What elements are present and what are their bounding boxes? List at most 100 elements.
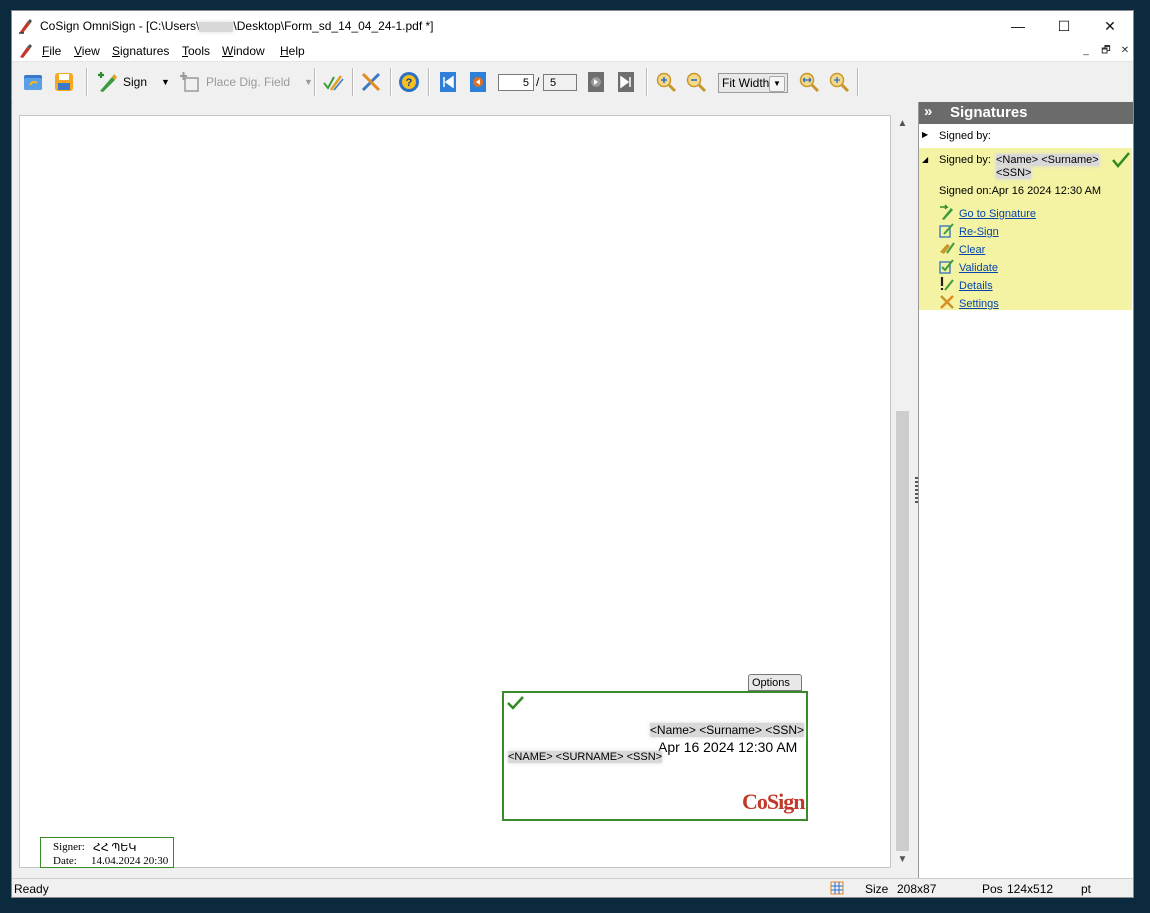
help-button[interactable]: ? <box>398 70 420 94</box>
signature-caps-line: <NAME> <SURNAME> <SSN> <box>508 751 663 763</box>
signatures-panel: » Signatures ▶ Signed by: ◢ Signed by: <… <box>918 102 1133 878</box>
mdi-minimize-button[interactable]: _ <box>1078 44 1094 58</box>
valid-check-icon <box>507 696 524 710</box>
zoom-select[interactable]: Fit Width ▼ <box>718 73 788 93</box>
collapse-panel-icon[interactable]: » <box>924 103 932 120</box>
status-pos-value: 124x512 <box>1007 882 1054 896</box>
zoom-in-button[interactable] <box>655 70 677 94</box>
expand-arrow-icon[interactable]: ▶ <box>922 130 928 139</box>
validate-link[interactable]: Validate <box>959 262 998 274</box>
validate-icon <box>939 258 955 274</box>
fit-page-icon <box>829 72 850 93</box>
signed-on-text: Signed on:Apr 16 2024 12:30 AM <box>939 185 1102 197</box>
signed-by-name: <Name> <Surname> <box>996 154 1099 166</box>
cosign-logo-sign: Sign <box>766 789 806 814</box>
last-page-button[interactable] <box>615 70 637 94</box>
first-page-icon <box>440 72 456 92</box>
toolbar-separator <box>646 68 648 96</box>
zoom-in-icon <box>656 72 677 93</box>
page-separator: / <box>536 75 540 89</box>
stamp-date-label: Date: <box>53 855 77 867</box>
scroll-down-icon[interactable]: ▼ <box>894 851 911 868</box>
valid-check-icon <box>1112 152 1130 168</box>
open-folder-icon <box>24 75 42 90</box>
maximize-button[interactable]: ☐ <box>1041 11 1087 41</box>
document-view[interactable]: Signer: ՀՀ ՊԵԿ Date: 14.04.2024 20:30 ▲ … <box>13 102 915 878</box>
status-pos-label: Pos <box>982 882 1003 896</box>
chevron-down-icon[interactable]: ▼ <box>769 76 785 92</box>
place-field-icon <box>180 72 199 92</box>
signature-options-button[interactable]: Options ▼ <box>748 674 802 704</box>
page-number-input[interactable]: 5 <box>498 74 534 91</box>
go-to-signature-link[interactable]: Go to Signature <box>959 208 1036 220</box>
place-dig-field-button[interactable]: Place Dig. Field ▼ <box>178 70 313 94</box>
first-page-button[interactable] <box>437 70 459 94</box>
details-link[interactable]: Details <box>959 280 993 292</box>
settings-tools-button[interactable] <box>360 70 382 94</box>
next-page-button[interactable] <box>585 70 607 94</box>
menu-help[interactable]: Help <box>280 44 305 58</box>
existing-signature-stamp[interactable]: Signer: ՀՀ ՊԵԿ Date: 14.04.2024 20:30 <box>40 837 174 868</box>
place-field-dropdown-arrow-icon[interactable]: ▼ <box>304 77 313 87</box>
signature-name-line: <Name> <Surname> <SSN> <box>649 723 804 737</box>
re-sign-link[interactable]: Re-Sign <box>959 226 999 238</box>
toolbar-separator <box>390 68 392 96</box>
signature-field[interactable]: <Name> <Surname> <SSN> Apr 16 2024 12:30… <box>502 691 808 821</box>
zoom-out-icon <box>686 72 707 93</box>
grid-icon <box>830 881 844 895</box>
save-button[interactable] <box>53 70 75 94</box>
signature-date-line: Apr 16 2024 12:30 AM <box>658 739 798 755</box>
next-page-icon <box>588 72 604 92</box>
sign-label: Sign <box>123 75 148 89</box>
open-button[interactable] <box>22 70 44 94</box>
prev-page-button[interactable] <box>467 70 489 94</box>
menu-bar: File View Signatures Tools Window Help _… <box>12 41 1133 61</box>
validate-all-button[interactable] <box>322 70 344 94</box>
sign-button[interactable]: Sign ▼ <box>96 70 170 94</box>
menu-tools[interactable]: Tools <box>182 44 210 58</box>
scroll-thumb[interactable] <box>896 411 909 851</box>
close-button[interactable]: ✕ <box>1087 11 1133 41</box>
help-icon: ? <box>399 72 419 92</box>
fit-width-button[interactable] <box>798 70 820 94</box>
menu-view[interactable]: View <box>74 44 100 58</box>
re-sign-icon <box>939 222 955 238</box>
stamp-date-value: 14.04.2024 20:30 <box>91 855 169 867</box>
signed-by-empty[interactable]: Signed by: <box>939 130 991 142</box>
status-size-value: 208x87 <box>897 882 937 896</box>
signed-by-ssn: <SSN> <box>996 167 1032 179</box>
status-bar: Ready Size 208x87 Pos 124x512 pt <box>12 878 1133 897</box>
fit-page-button[interactable] <box>828 70 850 94</box>
mdi-close-button[interactable]: ✕ <box>1117 44 1133 58</box>
cosign-logo-co: Co <box>742 789 768 814</box>
mdi-restore-button[interactable]: 🗗 <box>1098 44 1114 58</box>
title-bar[interactable]: CoSign OmniSign - [C:\Users\ \Desktop\For… <box>12 11 1133 41</box>
settings-icon <box>939 294 955 310</box>
toolbar-separator <box>428 68 430 96</box>
zoom-out-button[interactable] <box>685 70 707 94</box>
vertical-scrollbar[interactable]: ▲ ▼ <box>894 115 911 868</box>
document-icon[interactable] <box>18 43 34 59</box>
signatures-panel-header: » Signatures <box>919 102 1133 124</box>
stamp-signer-label: Signer: <box>53 841 85 853</box>
app-window: CoSign OmniSign - [C:\Users\ \Desktop\For… <box>11 10 1134 898</box>
settings-link[interactable]: Settings <box>959 298 999 310</box>
toolbar-separator <box>857 68 859 96</box>
panel-title: Signatures <box>950 104 1028 121</box>
svg-text:?: ? <box>406 77 413 89</box>
tools-icon <box>361 72 381 92</box>
menu-window[interactable]: Window <box>222 44 265 58</box>
collapse-arrow-icon[interactable]: ◢ <box>922 155 928 164</box>
cosign-app-icon <box>19 19 32 34</box>
clear-link[interactable]: Clear <box>959 244 985 256</box>
last-page-icon <box>618 72 634 92</box>
signature-entry[interactable]: ◢ Signed by: <Name> <Surname> <SSN> Sign… <box>919 148 1132 310</box>
window-title: CoSign OmniSign - [C:\Users\ \Desktop\For… <box>40 19 434 33</box>
scroll-up-icon[interactable]: ▲ <box>894 115 911 132</box>
menu-file[interactable]: File <box>42 44 61 58</box>
save-icon <box>55 73 73 91</box>
minimize-button[interactable]: — <box>995 11 1041 41</box>
stamp-signer-value: ՀՀ ՊԵԿ <box>93 842 137 854</box>
sign-dropdown-arrow-icon[interactable]: ▼ <box>161 77 170 87</box>
menu-signatures[interactable]: Signatures <box>112 44 169 58</box>
